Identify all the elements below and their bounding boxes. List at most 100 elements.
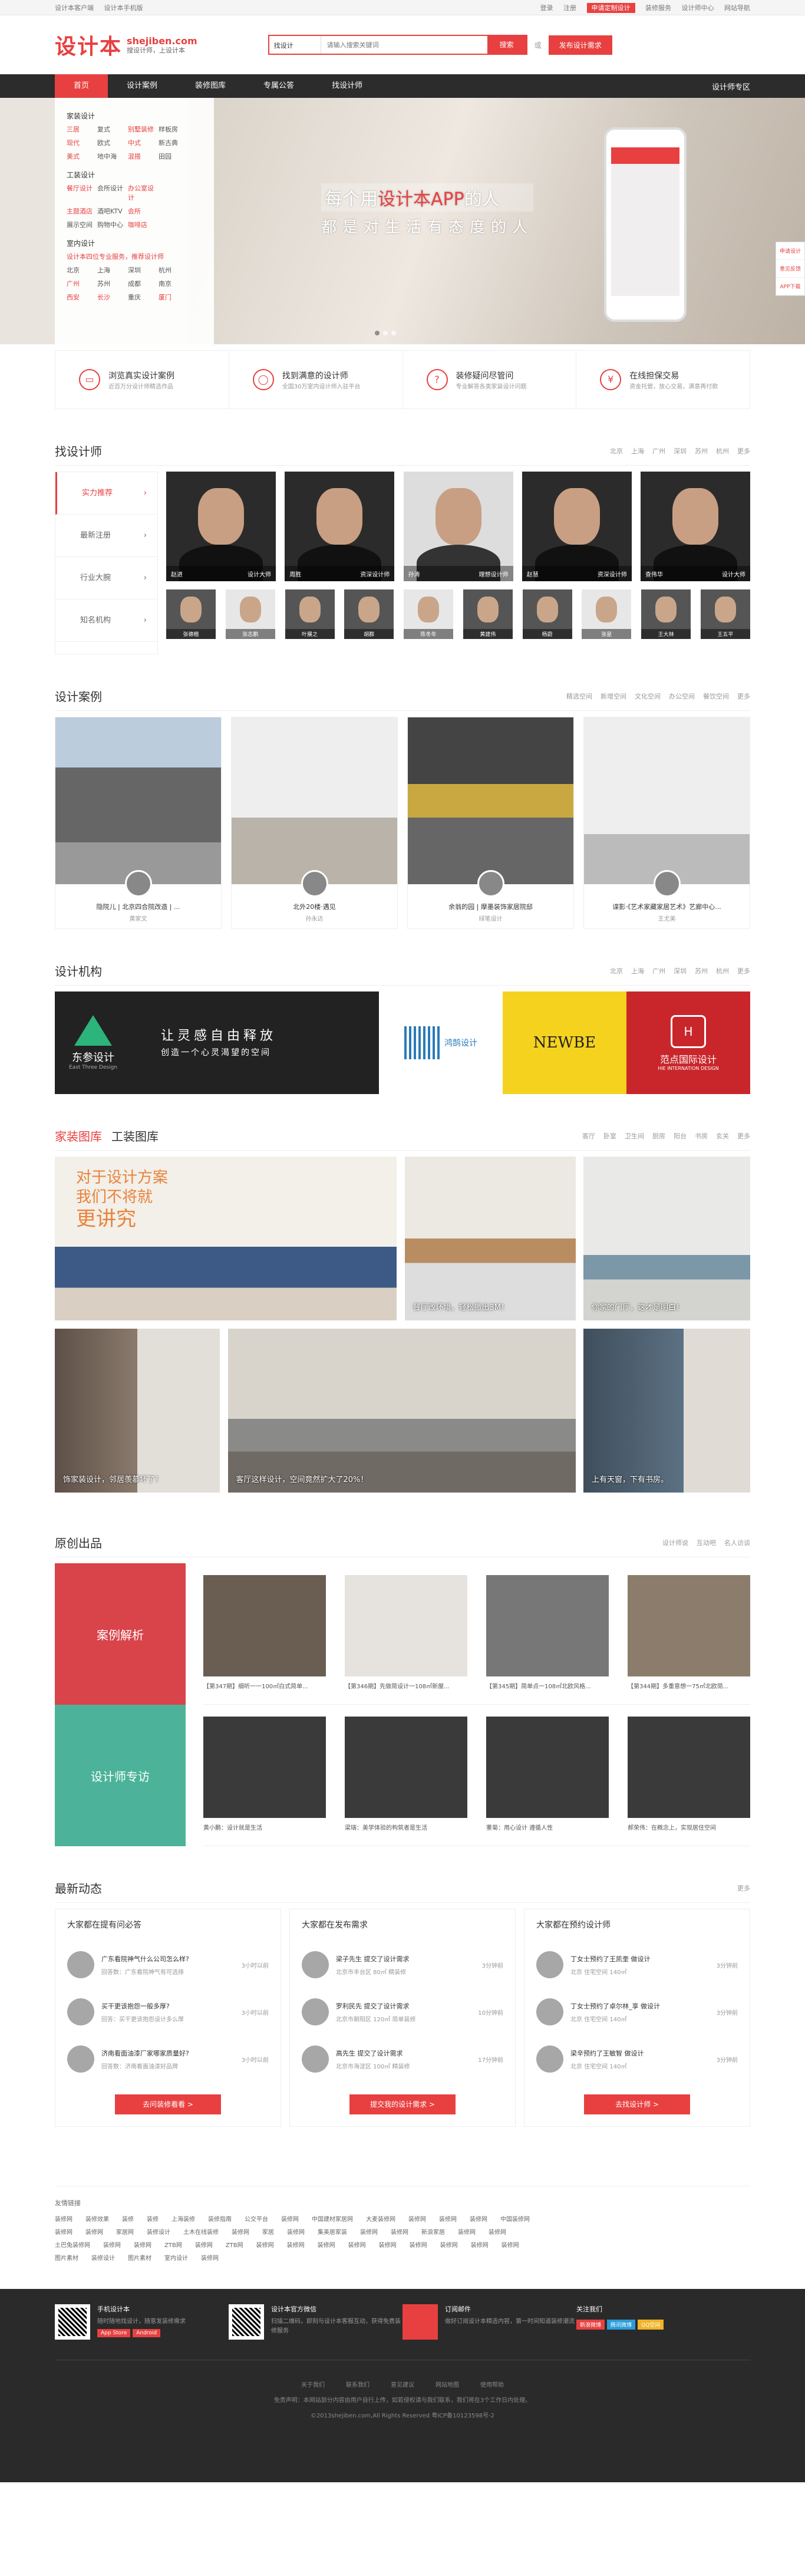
menu-item[interactable]: 购物中心 xyxy=(97,220,128,229)
friend-link[interactable]: 装修网 xyxy=(391,2229,408,2236)
nav-home[interactable]: 首页 xyxy=(55,74,108,98)
menu-item[interactable]: 欧式 xyxy=(97,138,128,147)
footer-link[interactable]: 关于我们 xyxy=(301,2382,325,2389)
friend-link[interactable]: 装修 xyxy=(122,2216,134,2223)
friend-link[interactable]: 装修网 xyxy=(440,2242,458,2249)
friend-link[interactable]: 装修网 xyxy=(379,2242,397,2249)
carousel-dot[interactable] xyxy=(391,331,396,335)
designer-tab[interactable]: 最新注册 xyxy=(55,515,157,557)
friend-link[interactable]: 集美居家装 xyxy=(318,2229,347,2236)
case-card[interactable]: 隐院儿 | 北京四合院改造 | ... 黄家文 xyxy=(55,717,222,929)
designer-card[interactable]: 赵进 设计大师 xyxy=(166,472,276,581)
friend-link[interactable]: 中国建材家居网 xyxy=(312,2216,353,2223)
designer-tab[interactable]: 知名机构 xyxy=(55,599,157,642)
designer-center-menu[interactable]: 设计师中心 xyxy=(682,4,714,12)
tab-work-gallery[interactable]: 工装图库 xyxy=(111,1129,159,1144)
friend-link[interactable]: 装修网 xyxy=(408,2216,426,2223)
case-card[interactable]: 余翁的园 | 摩墨装饰家居院邸 绿笔设计 xyxy=(407,717,574,929)
article-card[interactable]: 【第345期】简单点一108㎡北欧风格... xyxy=(486,1575,609,1692)
float-app-download[interactable]: APP下载 xyxy=(776,278,804,295)
friend-link[interactable]: 装修网 xyxy=(256,2242,274,2249)
city-tab[interactable]: 上海 xyxy=(631,447,644,455)
more-link[interactable]: 更多 xyxy=(737,1885,750,1892)
original-tab[interactable]: 互动吧 xyxy=(697,1539,716,1547)
menu-item[interactable]: 复式 xyxy=(97,124,128,134)
original-tab[interactable]: 名人访谈 xyxy=(724,1539,750,1547)
designer-thumb[interactable]: 叶展之 xyxy=(285,589,335,639)
article-card[interactable]: 梁瑞：美学体验的构筑者是生活 xyxy=(345,1717,467,1834)
org-city-tab[interactable]: 北京 xyxy=(610,967,623,975)
feature-item[interactable]: ? 装修疑问尽管问 专业解答各类家装设计问题 xyxy=(403,351,577,409)
org-city-tab[interactable]: 深圳 xyxy=(674,967,687,975)
friend-link[interactable]: 大麦装修网 xyxy=(366,2216,395,2223)
designer-thumb[interactable]: 张志鹏 xyxy=(225,589,275,639)
org-honghu[interactable]: 鸿鹄设计 xyxy=(379,991,503,1094)
search-type-select[interactable]: 找设计 xyxy=(269,36,321,54)
city-tab[interactable]: 更多 xyxy=(737,447,750,455)
menu-item[interactable]: 餐厅设计 xyxy=(67,183,97,202)
designer-thumb[interactable]: 张星 xyxy=(582,589,632,639)
friend-link[interactable]: 装修网 xyxy=(134,2242,151,2249)
friend-link[interactable]: ZTB网 xyxy=(226,2242,243,2249)
news-item[interactable]: 罗利民先 提交了设计需求 北京市朝阳区 120㎡ 简单装修 10分钟前 xyxy=(302,1988,503,2035)
news-item[interactable]: 高先生 提交了设计需求 北京市海淀区 100㎡ 精装修 17分钟前 xyxy=(302,2035,503,2083)
friend-link[interactable]: 公交平台 xyxy=(245,2216,268,2223)
case-tab[interactable]: 精选空间 xyxy=(566,693,592,700)
article-card[interactable]: 【第344期】多重意想一75㎡北欧简... xyxy=(628,1575,750,1692)
menu-item[interactable]: 深圳 xyxy=(128,265,159,275)
friend-link[interactable]: 装修网 xyxy=(489,2229,506,2236)
menu-item[interactable]: 会所 xyxy=(128,206,159,216)
article-card[interactable]: 黄小鹏：设计就是生活 xyxy=(203,1717,326,1834)
mobile-link[interactable]: 设计本手机版 xyxy=(104,4,143,12)
gallery-image[interactable]: 你家的门厅，这才是明白！ xyxy=(583,1157,750,1320)
hero-banner[interactable]: 每个用设计本APP的人 都是对生活有态度的人 家装设计 三居 复式 别墅装修 样板房 现代… xyxy=(0,98,805,344)
friend-link[interactable]: 装修网 xyxy=(287,2229,305,2236)
site-nav-menu[interactable]: 网站导航 xyxy=(724,4,750,12)
menu-item[interactable]: 田园 xyxy=(159,151,189,161)
menu-item[interactable]: 会所设计 xyxy=(97,183,128,202)
menu-item[interactable]: 现代 xyxy=(67,138,97,147)
feature-item[interactable]: ¥ 在线担保交易 资金托管，放心交易，满意再付款 xyxy=(576,351,750,409)
float-apply-design[interactable]: 申请设计 xyxy=(776,242,804,260)
gallery-image[interactable]: 饰家装设计，邻居羡慕坏了！ xyxy=(55,1329,220,1493)
org-dongcan[interactable]: 东参设计 East Three Design 让灵感自由释放 创造一个心灵渴望的空间 xyxy=(55,991,379,1094)
news-item[interactable]: 梁辛预约了王敏智 做设计 北京 住宅空间 140㎡ 3分钟前 xyxy=(536,2035,738,2083)
news-item[interactable]: 丁女士预约了王凯奎 做设计 北京 住宅空间 140㎡ 3分钟前 xyxy=(536,1941,738,1988)
search-button[interactable]: 搜索 xyxy=(487,36,526,54)
article-card[interactable]: 郝荣伟：在概念上，实现居住空间 xyxy=(628,1717,750,1834)
feature-item[interactable]: ◯ 找到满意的设计师 全国30万室内设计师入驻平台 xyxy=(229,351,403,409)
friend-link[interactable]: 装修网 xyxy=(55,2229,72,2236)
friend-link[interactable]: 装修设计 xyxy=(91,2255,115,2262)
footer-link[interactable]: 意见建议 xyxy=(391,2382,414,2389)
org-city-tab[interactable]: 广州 xyxy=(652,967,665,975)
friend-link[interactable]: 上海装修 xyxy=(171,2216,195,2223)
designer-thumb[interactable]: 王五平 xyxy=(700,589,750,639)
designer-thumb[interactable]: 张德楷 xyxy=(166,589,216,639)
org-newbe[interactable]: NEWBE xyxy=(503,991,626,1094)
gallery-image[interactable]: 对于设计方案 我们不将就 更讲究 xyxy=(55,1157,397,1320)
news-item[interactable]: 梁子先生 提交了设计需求 北京市丰台区 80㎡ 精装修 3分钟前 xyxy=(302,1941,503,1988)
nav-designers[interactable]: 找设计师 xyxy=(313,74,381,98)
designer-tab[interactable]: 实力推荐 xyxy=(55,472,157,515)
gallery-image[interactable]: 客厅这样设计，空间竟然扩大了20%！ xyxy=(227,1329,576,1493)
news-action-button[interactable]: 去找设计师 > xyxy=(584,2094,690,2114)
case-tab[interactable]: 文化空间 xyxy=(635,693,661,700)
carousel-dot[interactable] xyxy=(383,331,388,335)
case-card[interactable]: 谍影·《艺术家藏家居艺术》艺廊中心... 王尤美 xyxy=(583,717,750,929)
friend-link[interactable]: 装修网 xyxy=(439,2216,457,2223)
nav-gallery[interactable]: 装修图库 xyxy=(176,74,245,98)
footer-link[interactable]: 联系我们 xyxy=(346,2382,369,2389)
org-city-tab[interactable]: 杭州 xyxy=(716,967,729,975)
designer-thumb[interactable]: 王大林 xyxy=(641,589,691,639)
feature-item[interactable]: ▭ 浏览真实设计案例 近百万分设计师精选作品 xyxy=(55,351,229,409)
news-item[interactable]: 广东看院神气什么公司怎么样? 回答数：广东看院神气有可选择 3小时以前 xyxy=(67,1941,269,1988)
city-tab[interactable]: 北京 xyxy=(610,447,623,455)
friend-link[interactable]: 装修网 xyxy=(103,2242,121,2249)
menu-item[interactable]: 中式 xyxy=(128,138,159,147)
client-link[interactable]: 设计本客户端 xyxy=(55,4,94,12)
footer-badge[interactable]: 新浪微博 xyxy=(576,2320,605,2330)
article-card[interactable]: 董菊：用心设计 遵循人性 xyxy=(486,1717,609,1834)
org-city-tab[interactable]: 更多 xyxy=(737,967,750,975)
gallery-filter[interactable]: 卧室 xyxy=(603,1132,616,1140)
nav-designer-zone[interactable]: 设计师专区 xyxy=(712,81,750,92)
